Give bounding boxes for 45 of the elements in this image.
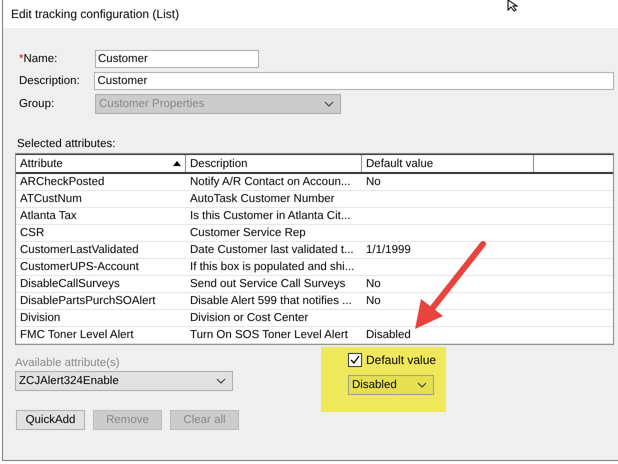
table-cell-text: FMC Toner Level Alert bbox=[19, 328, 135, 343]
chevron-down-icon bbox=[324, 101, 334, 107]
table-cell: 1/1/1999 bbox=[366, 244, 411, 256]
table-cell-text: CSR bbox=[19, 226, 46, 241]
table-cell-text: Division or Cost Center bbox=[189, 311, 310, 326]
table-cell-text: Division bbox=[19, 311, 62, 326]
default-value-dropdown[interactable]: Disabled bbox=[348, 375, 434, 395]
table-cell-text: ARCheckPosted bbox=[19, 175, 106, 190]
available-attributes-dropdown[interactable]: ZCJAlert324Enable bbox=[15, 371, 233, 391]
checkbox[interactable] bbox=[348, 353, 362, 367]
table-cell-text: CustomerLastValidated bbox=[19, 243, 140, 258]
table-cell-text: Notify A/R Contact on Accoun... bbox=[189, 175, 352, 190]
action-button[interactable]: QuickAdd bbox=[16, 410, 85, 430]
table-cell-text: Turn On SOS Toner Level Alert bbox=[189, 328, 349, 343]
table-cell-text: AutoTask Customer Number bbox=[189, 192, 336, 207]
table-cell-text: Disable Alert 599 that notifies ... bbox=[189, 294, 353, 309]
section-label: Selected attributes: bbox=[16, 138, 116, 150]
table-cell: No bbox=[366, 295, 381, 307]
table-cell-text: Date Customer last validated t... bbox=[189, 243, 355, 258]
description-label: Description: bbox=[18, 75, 81, 87]
name-label: *Name: bbox=[18, 53, 58, 65]
chevron-down-icon bbox=[417, 382, 427, 388]
sort-ascending-icon bbox=[173, 161, 181, 166]
table-cell-text: ATCustNum bbox=[19, 192, 83, 207]
table-cell-text: If this box is populated and shi... bbox=[189, 260, 356, 275]
table-cell: Disabled bbox=[366, 329, 411, 341]
table-cell-text: Atlanta Tax bbox=[19, 209, 78, 224]
name-field[interactable]: Customer bbox=[95, 50, 259, 68]
table-cell-text: Customer Service Rep bbox=[189, 226, 307, 241]
table-cell-text: Is this Customer in Atlanta Cit... bbox=[189, 209, 352, 224]
column-header[interactable]: Default value bbox=[362, 155, 534, 172]
description-field[interactable]: Customer bbox=[94, 72, 614, 90]
table-cell: No bbox=[366, 176, 381, 188]
column-header[interactable]: Attribute bbox=[16, 155, 186, 172]
column-header[interactable]: Description bbox=[186, 155, 362, 172]
table-cell-text: DisablePartsPurchSOAlert bbox=[19, 294, 156, 309]
table-cell-text: DisableCallSurveys bbox=[19, 277, 121, 292]
group-label: Group: bbox=[18, 98, 56, 110]
table-cell: No bbox=[366, 278, 381, 290]
table-cell-text: Send out Service Call Surveys bbox=[189, 277, 346, 292]
window-title: Edit tracking configuration (List) bbox=[11, 7, 180, 21]
checkbox-label: Default value bbox=[366, 353, 436, 367]
available-attributes-label: Available attribute(s) bbox=[15, 357, 121, 369]
table-cell-text: CustomerUPS-Account bbox=[19, 260, 140, 275]
chevron-down-icon bbox=[216, 378, 226, 384]
